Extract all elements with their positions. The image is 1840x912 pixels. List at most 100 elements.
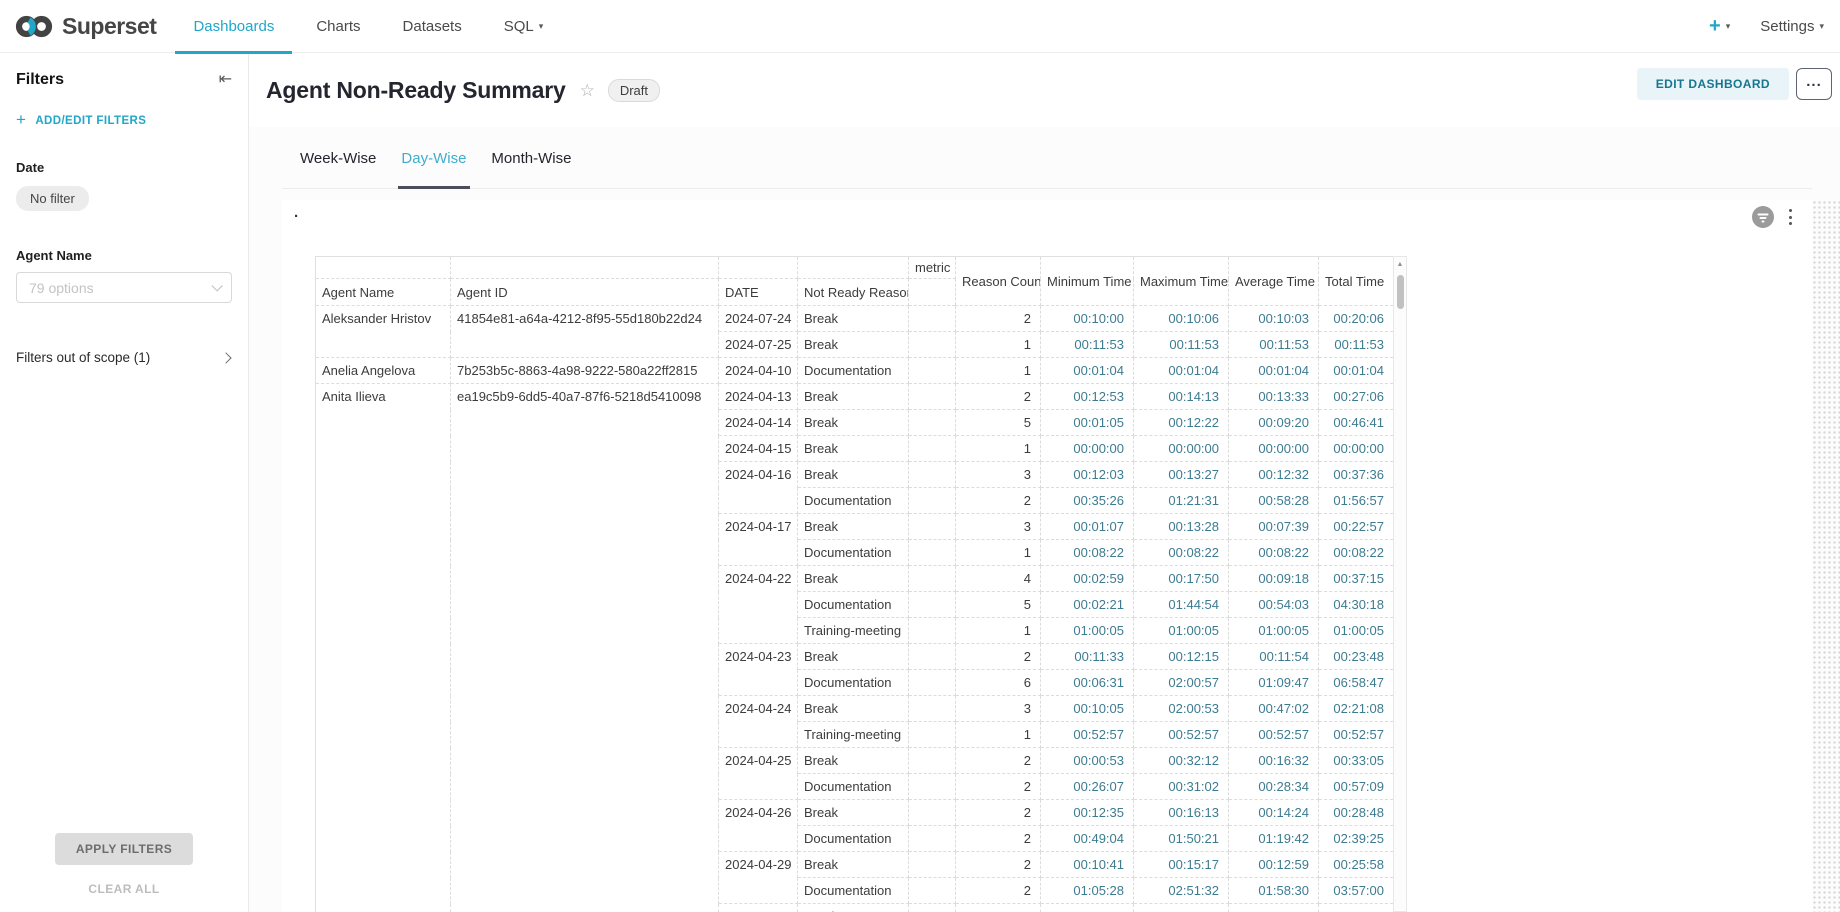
kebab-menu-icon[interactable] (1787, 207, 1794, 227)
new-caret-icon: ▾ (1726, 21, 1731, 32)
nav-menu: Dashboards Charts Datasets SQL ▾ (172, 0, 564, 53)
edit-dashboard-button[interactable]: EDIT DASHBOARD (1637, 68, 1789, 100)
cell-reason-count: 3 (956, 514, 1041, 540)
clear-all-button[interactable]: CLEAR ALL (0, 882, 248, 896)
cell-total-time: 02:21:08 (1319, 696, 1394, 722)
cell-reason: Training-meeting (798, 618, 909, 644)
cell-agent-name (316, 592, 451, 618)
cell-agent-id (451, 514, 719, 540)
cell-agent-id (451, 644, 719, 670)
cell-max-time: 00:10:06 (1134, 306, 1229, 332)
nav-item-sql[interactable]: SQL ▾ (483, 0, 565, 53)
scrollbar-up-icon[interactable]: ▲ (1394, 257, 1406, 268)
tab-month-wise[interactable]: Month-Wise (491, 150, 571, 181)
cell-date: 2024-07-25 (719, 332, 798, 358)
navbar-right: + ▾ Settings ▾ (1709, 16, 1840, 36)
cell-min-time: 00:10:41 (1041, 852, 1134, 878)
tab-week-wise[interactable]: Week-Wise (300, 150, 376, 181)
cell-reason: Break (798, 514, 909, 540)
nav-item-dashboards[interactable]: Dashboards (172, 0, 295, 53)
tab-day-wise[interactable]: Day-Wise (401, 150, 466, 181)
cell-total-time: 00:46:41 (1319, 410, 1394, 436)
add-edit-filters-button[interactable]: + ADD/EDIT FILTERS (16, 113, 232, 128)
nav-item-charts[interactable]: Charts (295, 0, 381, 53)
cell-agent-name (316, 332, 451, 358)
more-options-button[interactable]: ... (1796, 68, 1832, 100)
new-item-button[interactable]: + ▾ (1709, 16, 1730, 36)
favorite-star-icon[interactable]: ☆ (580, 81, 595, 101)
cell-agent-name: Aleksander Hristov (316, 306, 451, 332)
cell-total-time: 00:27:06 (1319, 384, 1394, 410)
filters-out-of-scope-row[interactable]: Filters out of scope (1) (16, 350, 230, 365)
cell-agent-name (316, 566, 451, 592)
cell-total-time: 00:37:15 (1319, 566, 1394, 592)
vertical-scrollbar[interactable]: ▲ (1393, 256, 1407, 912)
applied-filters-icon[interactable] (1752, 206, 1774, 228)
cell-agent-name: Anelia Angelova (316, 358, 451, 384)
superset-logo[interactable]: Superset (0, 13, 166, 40)
cell-reason-count: 1 (956, 332, 1041, 358)
cell-agent-id (451, 566, 719, 592)
cell-reason: Documentation (798, 358, 909, 384)
header-spacer (451, 257, 719, 279)
cell-avg-time: 00:14:24 (1229, 800, 1319, 826)
cell-total-time: 00:57:09 (1319, 774, 1394, 800)
apply-filters-button[interactable]: APPLY FILTERS (55, 833, 193, 865)
cell-avg-time: 00:07:39 (1229, 514, 1319, 540)
sql-caret-icon: ▾ (539, 21, 544, 32)
collapse-filters-icon[interactable]: ⇤ (219, 72, 232, 88)
cell-reason-count: 1 (956, 436, 1041, 462)
table-row: 2024-04-29Break200:10:4100:15:1700:12:59… (316, 852, 1394, 878)
cell-max-time: 00:15:17 (1134, 852, 1229, 878)
cell-reason: Documentation (798, 878, 909, 904)
cell-agent-name (316, 722, 451, 748)
cell-reason-count: 2 (956, 644, 1041, 670)
nav-item-datasets[interactable]: Datasets (382, 0, 483, 53)
cell-agent-id (451, 436, 719, 462)
cell-date (719, 878, 798, 904)
table-row: Documentation201:05:2802:51:3201:58:3003… (316, 878, 1394, 904)
cell-total-time: 00:20:06 (1319, 306, 1394, 332)
settings-menu[interactable]: Settings ▾ (1760, 18, 1824, 35)
cell-spacer (909, 670, 956, 696)
table-row: Aleksander Hristov41854e81-a64a-4212-8f9… (316, 306, 1394, 332)
pivot-table: metric Reason Count Minimum Time Maximum… (315, 256, 1394, 912)
table-row: Documentation200:26:0700:31:0200:28:3400… (316, 774, 1394, 800)
cell-max-time: 00:52:57 (1134, 722, 1229, 748)
cell-avg-time: 00:00:00 (1229, 436, 1319, 462)
cell-agent-id (451, 748, 719, 774)
cell-total-time: 00:11:53 (1319, 332, 1394, 358)
cell-reason-count: 2 (956, 306, 1041, 332)
cell-reason-count: 2 (956, 826, 1041, 852)
cell-agent-id (451, 592, 719, 618)
cell-agent-name (316, 904, 451, 912)
cell-reason-count: 2 (956, 774, 1041, 800)
cell-max-time: 02:51:32 (1134, 878, 1229, 904)
header-agent-name: Agent Name (316, 279, 451, 306)
agent-name-select[interactable]: 79 options (16, 272, 232, 303)
table-row: Training-meeting100:52:5700:52:5700:52:5… (316, 722, 1394, 748)
cell-avg-time: 00:09:18 (1229, 566, 1319, 592)
cell-max-time: 00:01:04 (1134, 358, 1229, 384)
cell-total-time: 00:25:58 (1319, 852, 1394, 878)
cell-date: 2024-05-01 (719, 904, 798, 912)
cell-avg-time: 01:19:42 (1229, 826, 1319, 852)
header-spacer (798, 257, 909, 279)
cell-total-time: 03:57:00 (1319, 878, 1394, 904)
cell-date: 2024-04-13 (719, 384, 798, 410)
header-spacer (909, 279, 956, 306)
cell-date (719, 670, 798, 696)
cell-max-time: 01:21:31 (1134, 488, 1229, 514)
cell-reason-count: 2 (956, 852, 1041, 878)
cell-agent-name: Anita Ilieva (316, 384, 451, 410)
table-row: 2024-04-17Break300:01:0700:13:2800:07:39… (316, 514, 1394, 540)
date-filter-chip[interactable]: No filter (16, 186, 89, 211)
filters-panel-footer: APPLY FILTERS CLEAR ALL (0, 833, 248, 912)
table-row: Anita Ilievaea19c5b9-6dd5-40a7-87f6-5218… (316, 384, 1394, 410)
cell-reason-count: 3 (956, 696, 1041, 722)
scrollbar-thumb[interactable] (1397, 275, 1404, 309)
cell-max-time: 00:31:02 (1134, 774, 1229, 800)
cell-agent-name (316, 514, 451, 540)
cell-total-time: 00:00:00 (1319, 436, 1394, 462)
cell-max-time: 00:18:26 (1134, 904, 1229, 912)
